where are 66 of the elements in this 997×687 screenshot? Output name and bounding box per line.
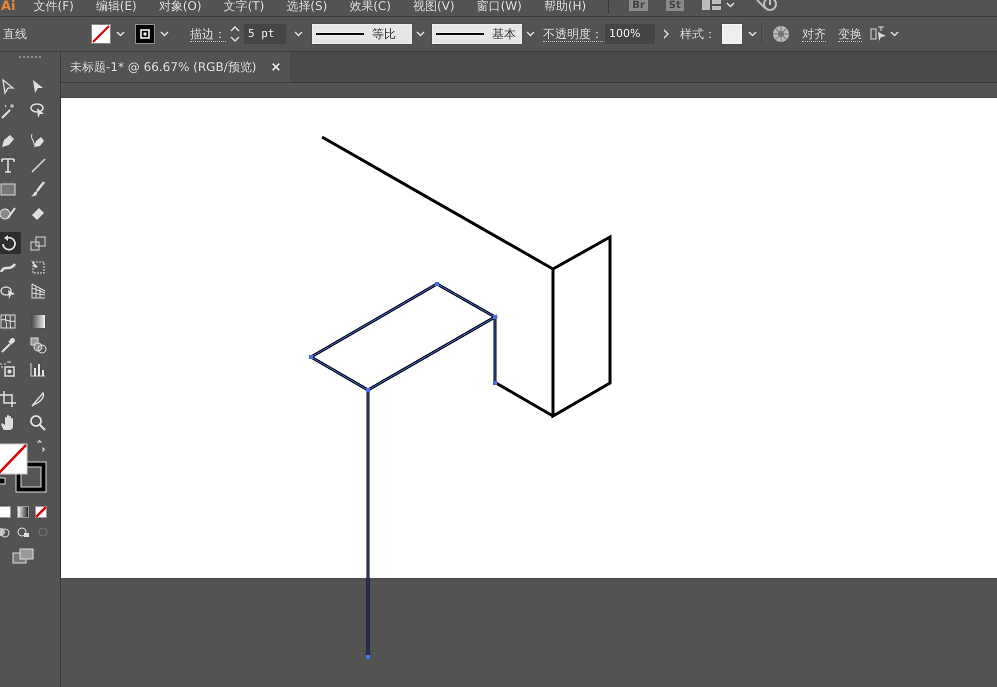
perspective-grid-icon — [29, 282, 47, 300]
paintbrush-icon — [29, 180, 47, 198]
draw-normal-icon[interactable] — [0, 526, 10, 538]
spinner-icon[interactable] — [230, 25, 240, 43]
gradient-icon[interactable] — [17, 506, 29, 518]
chevron-right-icon[interactable] — [663, 29, 669, 39]
gradient-icon — [29, 312, 47, 330]
magic-wand-icon — [0, 102, 17, 120]
type-icon — [0, 156, 17, 174]
transform-button[interactable]: 变换 — [838, 26, 862, 42]
rotate-icon — [0, 234, 17, 252]
caret-icon[interactable] — [726, 2, 735, 8]
style-label: 样式： — [680, 26, 716, 42]
opacity-label: 不透明度： — [543, 26, 603, 42]
caret-icon[interactable] — [526, 31, 535, 37]
screen-mode-icon[interactable] — [12, 548, 34, 564]
isolate-object-icon[interactable] — [870, 26, 888, 42]
fill-swatch[interactable] — [91, 24, 111, 44]
caret-icon[interactable] — [416, 31, 425, 37]
stroke-profile-dropdown[interactable]: 等比 — [312, 24, 412, 44]
caret-icon[interactable] — [160, 31, 169, 37]
menu-item[interactable]: 文件(F) — [34, 0, 74, 12]
caret-icon[interactable] — [748, 31, 757, 37]
close-tab-button[interactable]: × — [270, 60, 282, 74]
selection-icon — [0, 78, 17, 96]
stroke-label: 描边： — [190, 26, 226, 42]
menu-item[interactable]: 对象(O) — [158, 0, 202, 12]
recolor-artwork-icon[interactable] — [772, 25, 790, 43]
tool-name: 直线 — [3, 26, 27, 42]
none-icon[interactable] — [35, 506, 47, 518]
caret-icon[interactable] — [890, 31, 899, 37]
artboard-icon — [0, 390, 17, 408]
stroke-swatch[interactable] — [135, 24, 155, 44]
document-title: 未标题-1* @ 66.67% (RGB/预览) — [70, 58, 256, 76]
scale-icon — [29, 234, 47, 252]
menu-item[interactable]: 文字(T) — [224, 0, 264, 12]
symbol-sprayer-icon — [0, 360, 17, 378]
free-transform-icon — [29, 258, 47, 276]
column-graph-icon — [29, 360, 47, 378]
menu-item[interactable]: 帮助(H) — [544, 0, 586, 12]
app-logo: Ai — [1, 0, 16, 13]
eyedropper-icon — [0, 336, 17, 354]
brush-definition-dropdown[interactable]: 基本 — [432, 24, 522, 44]
draw-behind-icon[interactable] — [16, 526, 30, 538]
menu-item[interactable]: 选择(S) — [286, 0, 328, 12]
color-icon[interactable] — [0, 506, 11, 518]
curvature-pen-icon — [29, 132, 47, 150]
slice-icon — [29, 390, 47, 408]
blend-icon — [29, 336, 47, 354]
align-button[interactable]: 对齐 — [802, 26, 826, 42]
line-segment-icon — [29, 156, 47, 174]
stroke-weight-field[interactable]: 5 pt — [244, 24, 286, 44]
document-tab[interactable]: 未标题-1* @ 66.67% (RGB/预览) × — [61, 52, 290, 82]
menu-item[interactable]: 效果(C) — [349, 0, 391, 12]
menu-item[interactable]: 视图(V) — [413, 0, 455, 12]
menu-item[interactable]: 窗口(W) — [476, 0, 522, 12]
mesh-icon — [0, 312, 17, 330]
pen-icon — [0, 132, 17, 150]
menu-item[interactable]: 编辑(E) — [96, 0, 137, 12]
caret-icon[interactable] — [116, 31, 125, 37]
workspace-icon[interactable] — [702, 0, 722, 12]
opacity-field[interactable]: 100% — [605, 24, 655, 44]
caret-icon[interactable] — [294, 31, 303, 37]
style-swatch[interactable] — [722, 24, 742, 44]
search-icon — [29, 414, 47, 432]
rotate-tool[interactable] — [0, 232, 21, 254]
